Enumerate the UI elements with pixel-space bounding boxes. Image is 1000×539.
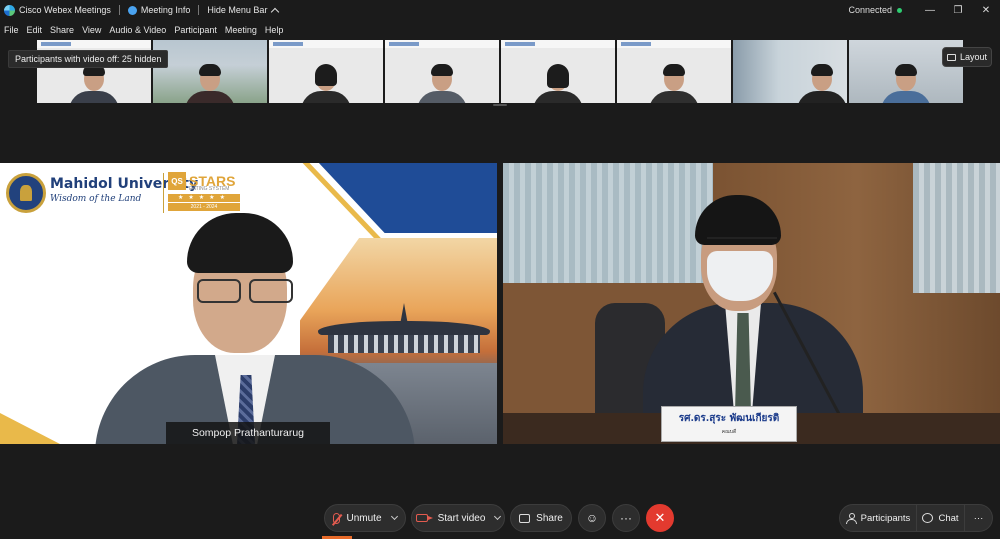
menu-share[interactable]: Share (50, 25, 74, 35)
university-tagline: Wisdom of the Land (50, 194, 142, 204)
info-icon (127, 5, 137, 15)
close-window-button[interactable]: ✕ (972, 0, 1000, 20)
share-button[interactable]: Share (510, 504, 572, 532)
participants-button[interactable]: Participants (839, 504, 917, 532)
reactions-button[interactable]: ☺ (578, 504, 606, 532)
more-panels-button[interactable]: ··· (965, 504, 993, 532)
slide-gold-corner (0, 413, 60, 444)
meeting-info-label: Meeting Info (140, 5, 191, 15)
speaker-video[interactable]: รศ.ดร.สุระ พัฒนเกียรติ คณบดี (503, 163, 1000, 444)
chevron-down-icon[interactable] (390, 512, 398, 521)
hide-menu-bar-button[interactable]: Hide Menu Bar (207, 5, 280, 16)
title-separator-2 (198, 5, 200, 15)
participant-thumbnail[interactable] (501, 40, 615, 103)
presenter-video[interactable]: Mahidol University Wisdom of the Land QS… (0, 163, 497, 444)
menu-help[interactable]: Help (265, 25, 284, 35)
camera-off-icon (415, 514, 433, 522)
minimize-button[interactable]: — (916, 0, 944, 20)
hide-menu-bar-label: Hide Menu Bar (207, 5, 268, 15)
start-video-button[interactable]: Start video (411, 504, 505, 532)
menu-file[interactable]: File (4, 25, 19, 35)
nameplate-name: รศ.ดร.สุระ พัฒนเกียรติ (678, 413, 780, 424)
share-icon (519, 513, 531, 523)
participant-thumbnail[interactable] (153, 40, 267, 103)
chevron-down-icon[interactable] (494, 512, 502, 521)
more-panels-label: ··· (973, 512, 984, 524)
menu-edit[interactable]: Edit (27, 25, 43, 35)
chevron-up-icon (271, 7, 280, 16)
leave-meeting-button[interactable]: ✕ (646, 504, 674, 532)
app-title: Cisco Webex Meetings (19, 5, 111, 15)
menu-audio-video[interactable]: Audio & Video (109, 25, 166, 35)
speaker-figure (623, 193, 883, 433)
restore-button[interactable]: ❐ (944, 0, 972, 20)
layout-label: Layout (959, 52, 988, 62)
close-icon: ✕ (654, 510, 666, 525)
title-separator (118, 5, 120, 15)
participant-thumbnail[interactable] (733, 40, 847, 103)
layout-icon (946, 53, 956, 61)
room-curtain-right (913, 163, 1000, 293)
menu-meeting[interactable]: Meeting (225, 25, 257, 35)
smiley-icon: ☺ (585, 511, 599, 525)
stars-rating: ★★★★★ (168, 194, 240, 202)
meeting-info-button[interactable]: Meeting Info (127, 5, 191, 15)
meeting-controls: Unmute Start video Share ☺ ··· ✕ Partici… (0, 500, 1000, 539)
title-bar: Cisco Webex Meetings Meeting Info Hide M… (0, 0, 1000, 20)
participant-thumbnail[interactable] (617, 40, 731, 103)
start-video-label: Start video (437, 512, 486, 524)
microphone-muted-icon (333, 512, 341, 524)
unmute-button[interactable]: Unmute (324, 504, 406, 532)
presenter-figure (95, 205, 415, 444)
panel-buttons: Participants Chat ··· (839, 504, 993, 532)
more-options-button[interactable]: ··· (612, 504, 640, 532)
participant-thumbnail[interactable] (269, 40, 383, 103)
filmstrip-resize-handle[interactable] (493, 104, 507, 106)
qs-mark: QS (168, 172, 186, 190)
more-label: ··· (620, 511, 632, 525)
menu-bar: File Edit Share View Audio & Video Parti… (0, 22, 291, 38)
unmute-label: Unmute (346, 512, 382, 524)
nameplate-title: คณบดี (721, 429, 737, 435)
menu-view[interactable]: View (82, 25, 101, 35)
connection-status-dot-icon (897, 7, 902, 13)
chat-icon (922, 513, 934, 523)
participant-thumbnail[interactable] (385, 40, 499, 103)
layout-button[interactable]: Layout (942, 47, 992, 67)
connection-status: Connected (848, 5, 892, 15)
mahidol-seal-icon (6, 173, 46, 213)
speaker-nameplate: รศ.ดร.สุระ พัฒนเกียรติ คณบดี (661, 406, 797, 442)
presenter-name-label: Sompop Prathanturarug (166, 422, 330, 444)
participants-label: Participants (860, 512, 911, 524)
video-filmstrip (37, 40, 963, 103)
chat-button[interactable]: Chat (917, 504, 965, 532)
menu-participant[interactable]: Participant (174, 25, 217, 35)
chat-label: Chat (938, 512, 959, 524)
share-label: Share (536, 512, 563, 524)
hidden-participants-tooltip: Participants with video off: 25 hidden (8, 50, 169, 68)
participants-icon (845, 513, 857, 524)
webex-logo-icon (4, 4, 15, 16)
